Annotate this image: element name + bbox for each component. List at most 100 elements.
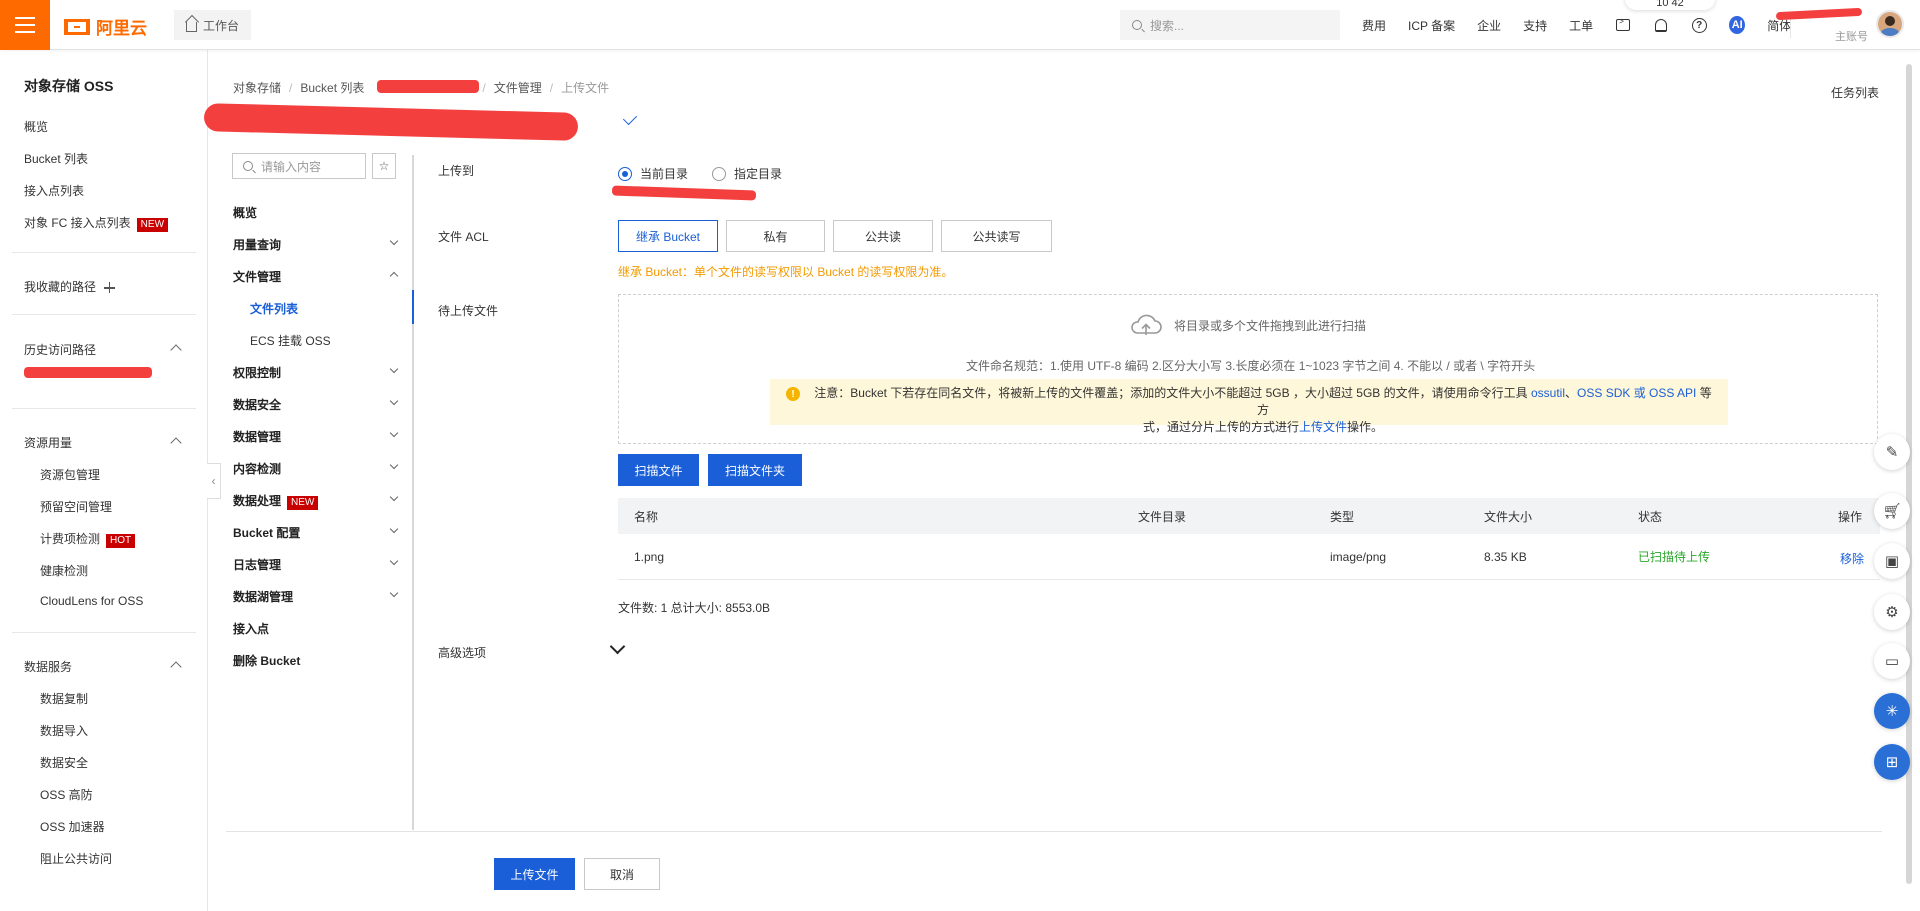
nav-search-input[interactable]: 请输入内容 (232, 153, 366, 179)
breadcrumb-file-management[interactable]: 文件管理 (494, 79, 542, 96)
acl-inherit-button[interactable]: 继承 Bucket (618, 220, 718, 252)
cell-type: image/png (1330, 549, 1387, 564)
radio-current-dir[interactable]: 当前目录 (618, 165, 688, 182)
nav-item-delete-bucket[interactable]: 删除 Bucket (233, 652, 300, 669)
sidebar-item-resource-pack[interactable]: 资源包管理 (40, 466, 100, 483)
workbench-button[interactable]: 工作台 (174, 10, 252, 40)
nav-item-data-processing[interactable]: 数据处理 NEW (233, 492, 319, 510)
chevron-down-icon[interactable] (389, 460, 399, 470)
link-icp[interactable]: ICP 备案 (1408, 17, 1455, 34)
chevron-down-icon[interactable] (389, 364, 399, 374)
sidebar-item-reserved-space[interactable]: 预留空间管理 (40, 498, 112, 515)
link-support[interactable]: 支持 (1523, 17, 1547, 34)
sidebar-item-data-security[interactable]: 数据安全 (40, 754, 88, 771)
help-icon[interactable]: ? (1691, 17, 1707, 33)
nav-item-file-management[interactable]: 文件管理 (233, 268, 281, 285)
edit-icon[interactable]: ✎ (1874, 434, 1910, 470)
hot-badge: HOT (106, 534, 136, 548)
global-search-input[interactable]: 搜索... (1120, 10, 1340, 40)
account-menu[interactable]: 主账号 (1775, 6, 1910, 46)
collapse-sidebar-button[interactable]: ‹ (207, 463, 221, 499)
radio-checked-icon[interactable] (618, 166, 632, 181)
chevron-down-icon[interactable] (389, 556, 399, 566)
ossutil-link[interactable]: ossutil (1531, 386, 1565, 400)
radio-unchecked-icon[interactable] (712, 166, 727, 181)
radio-specified-dir[interactable]: 指定目录 (712, 165, 782, 182)
chevron-down-icon[interactable] (389, 428, 399, 438)
chevron-down-icon[interactable] (389, 396, 399, 406)
cart-icon[interactable]: 🛒︎ (1874, 493, 1910, 529)
scan-files-button[interactable]: 扫描文件 (618, 454, 699, 486)
sidebar-item-cloudlens[interactable]: CloudLens for OSS (40, 594, 143, 608)
nav-item-data-management[interactable]: 数据管理 (233, 428, 281, 445)
plus-icon[interactable] (104, 282, 116, 294)
nav-item-data-security[interactable]: 数据安全 (233, 396, 281, 413)
new-badge: NEW (287, 496, 319, 510)
breadcrumb-separator: / (289, 80, 293, 95)
sidebar-item-favorites[interactable]: 我收藏的路径 (24, 278, 116, 295)
sidebar-item-block-public-access[interactable]: 阻止公共访问 (40, 850, 112, 867)
chevron-up-icon[interactable] (389, 271, 399, 281)
notice-text-3: 式，通过分片上传的方式进行 (1142, 420, 1299, 434)
link-billing[interactable]: 费用 (1362, 17, 1386, 34)
nav-item-data-lake[interactable]: 数据湖管理 (233, 588, 293, 605)
sidebar-item-health-check[interactable]: 健康检测 (40, 562, 88, 579)
chevron-down-icon[interactable] (389, 588, 399, 598)
nav-item-file-list[interactable]: 文件列表 (250, 300, 298, 317)
task-list-link[interactable]: 任务列表 (1831, 84, 1879, 101)
nav-item-overview[interactable]: 概览 (233, 204, 257, 221)
chevron-down-icon[interactable] (389, 236, 399, 246)
nav-item-log-management[interactable]: 日志管理 (233, 556, 281, 573)
scan-folder-button[interactable]: 扫描文件夹 (708, 454, 802, 486)
apps-grid-icon[interactable]: ⊞ (1874, 744, 1910, 780)
logo[interactable]: 阿里云 (64, 14, 147, 39)
sidebar-item-data-import[interactable]: 数据导入 (40, 722, 88, 739)
chevron-down-icon[interactable] (609, 638, 626, 655)
remove-file-link[interactable]: 移除 (1840, 536, 1864, 581)
menu-icon[interactable] (0, 0, 50, 50)
link-enterprise[interactable]: 企业 (1477, 17, 1501, 34)
chevron-down-icon[interactable] (389, 492, 399, 502)
nav-item-content-detection[interactable]: 内容检测 (233, 460, 281, 477)
sidebar-group-history[interactable]: 历史访问路径 (24, 341, 96, 358)
advanced-options-label[interactable]: 高级选项 (438, 644, 486, 661)
chevron-down-icon[interactable] (389, 524, 399, 534)
nav-item-ecs-mount[interactable]: ECS 挂载 OSS (250, 332, 331, 349)
breadcrumb-oss[interactable]: 对象存储 (233, 79, 281, 96)
acl-private-button[interactable]: 私有 (726, 220, 825, 252)
breadcrumb-bucket-list[interactable]: Bucket 列表 (300, 79, 364, 96)
ai-assistant-icon[interactable]: AI (1729, 16, 1746, 34)
nav-item-permissions[interactable]: 权限控制 (233, 364, 281, 381)
acl-button-group: 继承 Bucket 私有 公共读 公共读写 (618, 220, 1052, 252)
settings-icon[interactable]: ⚙ (1874, 594, 1910, 630)
oss-sdk-api-link[interactable]: OSS SDK 或 OSS API (1577, 386, 1696, 400)
upload-files-button[interactable]: 上传文件 (494, 858, 575, 890)
ai-assistant-float-icon[interactable]: ✳ (1874, 693, 1910, 729)
nav-item-access-point[interactable]: 接入点 (233, 620, 269, 637)
sidebar-item-billing-check[interactable]: 计费项检测 HOT (40, 530, 136, 548)
terminal-icon[interactable] (1615, 17, 1631, 33)
nav-item-bucket-config[interactable]: Bucket 配置 (233, 524, 300, 541)
sidebar-item-oss-ddos[interactable]: OSS 高防 (40, 786, 93, 803)
cancel-button[interactable]: 取消 (584, 858, 660, 890)
acl-public-read-write-button[interactable]: 公共读写 (941, 220, 1052, 252)
sidebar-item-overview[interactable]: 概览 (24, 118, 48, 135)
sidebar-item-data-replication[interactable]: 数据复制 (40, 690, 88, 707)
upload-target-radio-group: 当前目录 指定目录 (618, 165, 796, 182)
sidebar-item-bucket-list[interactable]: Bucket 列表 (24, 150, 88, 167)
avatar[interactable] (1876, 10, 1904, 38)
sidebar-group-data-service[interactable]: 数据服务 (24, 658, 72, 675)
history-path-redacted[interactable] (24, 367, 152, 378)
sidebar-item-fc-access-points[interactable]: 对象 FC 接入点列表 NEW (24, 214, 169, 232)
sidebar-item-oss-accelerator[interactable]: OSS 加速器 (40, 818, 105, 835)
multipart-upload-link[interactable]: 上传文件 (1299, 420, 1347, 434)
bell-icon[interactable] (1653, 17, 1669, 33)
sidebar-item-access-points[interactable]: 接入点列表 (24, 182, 84, 199)
nav-item-usage[interactable]: 用量查询 (233, 236, 281, 253)
star-icon[interactable]: ☆ (372, 153, 396, 179)
acl-public-read-button[interactable]: 公共读 (833, 220, 933, 252)
sidebar-group-resource[interactable]: 资源用量 (24, 434, 72, 451)
chat-icon[interactable]: ▭ (1874, 643, 1910, 679)
link-ticket[interactable]: 工单 (1569, 17, 1593, 34)
document-icon[interactable]: ▣ (1874, 543, 1910, 579)
